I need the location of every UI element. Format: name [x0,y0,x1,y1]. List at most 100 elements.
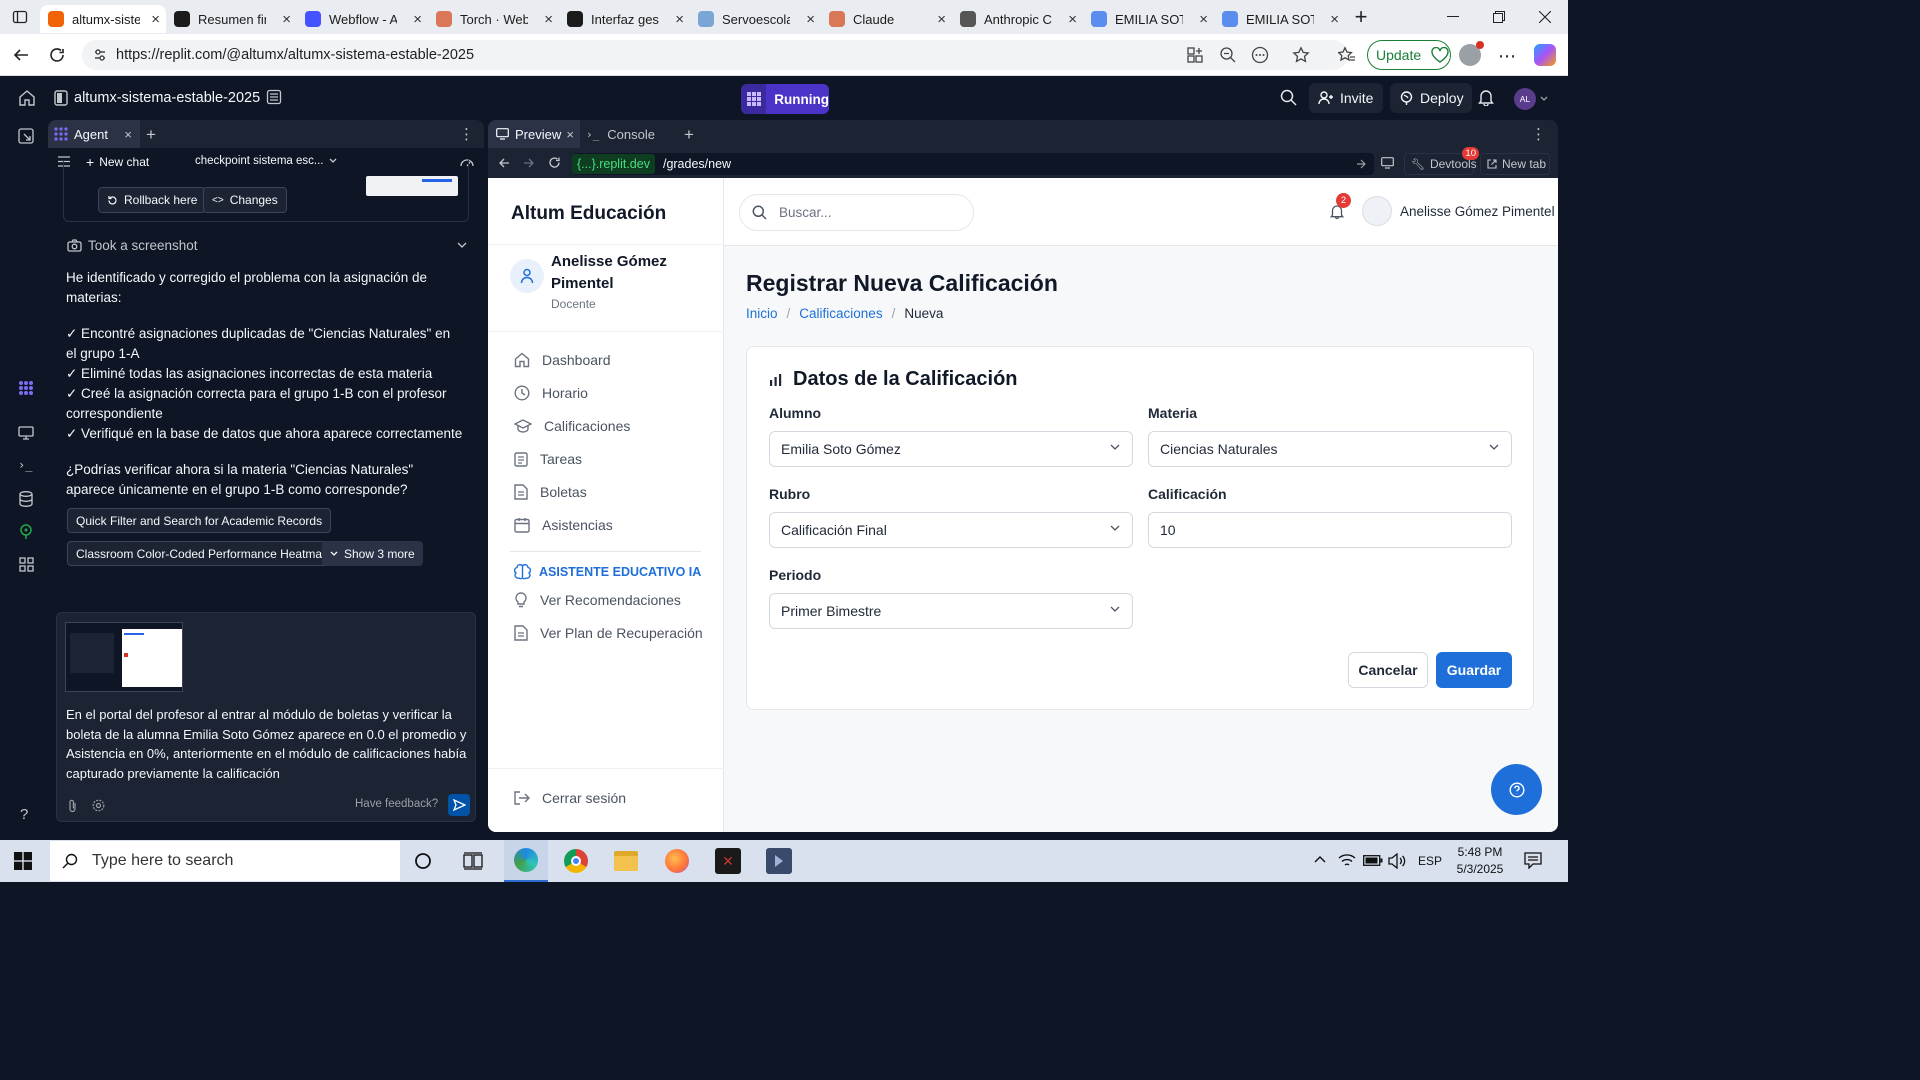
help-icon[interactable]: ? [20,806,28,823]
app-available-icon[interactable] [1186,46,1204,64]
changes-button[interactable]: <> Changes [203,187,287,213]
calificacion-input[interactable]: 10 [1148,512,1512,548]
cortana-icon[interactable] [414,852,432,870]
browser-tab[interactable]: Servoescolar × [690,5,821,33]
game-app-icon[interactable]: ✕ [715,848,741,874]
rollback-button[interactable]: Rollback here [98,187,207,213]
screenshot-action-row[interactable]: Took a screenshot [67,235,467,255]
update-button[interactable]: Update [1367,40,1451,70]
browser-tab[interactable]: Interfaz gest × [559,5,690,33]
close-window-icon[interactable] [1522,0,1568,34]
alumno-select[interactable]: Emilia Soto Gómez [769,431,1133,467]
close-tab-icon[interactable]: × [806,11,815,28]
close-tab-icon[interactable]: × [566,127,574,142]
favorites-icon[interactable] [1338,46,1356,64]
more-circle-icon[interactable] [1251,46,1269,64]
browser-tab[interactable]: altumx-sistema × [40,5,166,33]
project-info-icon[interactable] [266,89,282,105]
favorite-star-icon[interactable] [1292,46,1310,64]
save-button[interactable]: Guardar [1436,652,1512,688]
browser-tab[interactable]: Claude × [821,5,952,33]
agent-rail-icon[interactable] [18,380,34,396]
search-input[interactable]: Buscar... [739,194,974,231]
periodo-select[interactable]: Primer Bimestre [769,593,1133,629]
close-tab-icon[interactable]: × [413,11,422,28]
agent-tab[interactable]: Agent × [48,120,140,148]
notifications-bell-icon[interactable] [1478,89,1494,106]
notifications-button[interactable]: 2 [1330,193,1351,220]
nav-item-calificaciones[interactable]: Calificaciones [514,418,630,434]
add-tab-icon[interactable]: + [146,125,156,145]
close-tab-icon[interactable]: × [1199,11,1208,28]
devtools-button[interactable]: 🔧︎ Devtools 10 [1404,147,1479,175]
battery-icon[interactable] [1363,855,1383,866]
database-icon[interactable] [19,491,33,507]
suggestion-chip[interactable]: Quick Filter and Search for Academic Rec… [67,508,332,533]
preview-url-input[interactable]: {...}.replit.dev /grades/new [572,153,1374,175]
nav-item-tareas[interactable]: Tareas [514,451,582,467]
close-tab-icon[interactable]: × [151,11,160,28]
send-button[interactable] [448,794,470,816]
browser-tab[interactable]: Resumen final × [166,5,297,33]
brand-title[interactable]: Altum Educación [511,203,666,225]
user-avatar-menu[interactable]: AL [1514,88,1548,110]
breadcrumb-home-link[interactable]: Inicio [746,306,778,321]
volume-icon[interactable] [1388,853,1406,869]
materia-select[interactable]: Ciencias Naturales [1148,431,1512,467]
preview-tab[interactable]: Preview × [488,120,580,148]
browser-tab[interactable]: Webflow - A × [297,5,428,33]
all-tools-icon[interactable] [19,557,34,572]
close-tab-icon[interactable]: × [124,127,132,142]
reload-icon[interactable] [46,44,68,66]
taskbar-app-edge[interactable] [504,840,548,882]
file-explorer-icon[interactable] [614,851,638,871]
deployments-rail-icon[interactable] [19,524,33,540]
attach-icon[interactable] [67,799,78,813]
attached-image-thumbnail[interactable] [65,622,183,692]
site-info-icon[interactable] [92,47,108,63]
language-indicator[interactable]: ESP [1418,854,1442,868]
open-arrow-icon[interactable] [1356,159,1366,169]
device-icon[interactable] [1381,157,1394,169]
new-tab-button[interactable]: New tab [1480,153,1550,175]
settings-icon[interactable] [92,799,105,812]
chrome-icon[interactable] [564,849,588,873]
shell-icon[interactable]: ›_ [18,458,32,472]
settings-more-icon[interactable]: ⋯ [1498,46,1516,67]
nav-item-dashboard[interactable]: Dashboard [514,352,611,368]
add-tab-icon[interactable]: + [684,125,694,145]
nav-item-horario[interactable]: Horario [514,385,588,401]
taskbar-search[interactable]: Type here to search [50,841,400,881]
show-more-button[interactable]: Show 3 more [322,541,423,566]
home-icon[interactable] [18,89,36,107]
nav-item-plan-recuperacion[interactable]: Ver Plan de Recuperación [514,625,703,641]
console-tab[interactable]: ›_ Console [586,120,655,148]
close-tab-icon[interactable]: × [1068,11,1077,28]
nav-item-boletas[interactable]: Boletas [514,484,587,500]
chat-input-box[interactable]: En el portal del profesor al entrar al m… [56,612,476,822]
invite-button[interactable]: Invite [1309,83,1383,113]
webview-icon[interactable] [18,426,34,440]
close-tab-icon[interactable]: × [282,11,291,28]
clock[interactable]: 5:48 PM 5/3/2025 [1452,844,1508,878]
logout-button[interactable]: Cerrar sesión [514,790,626,806]
browser-tab[interactable]: EMILIA SOTO × [1083,5,1214,33]
suggestion-chip[interactable]: Classroom Color-Coded Performance Heatma… [67,541,338,566]
task-view-icon[interactable] [463,852,483,870]
copilot-icon[interactable] [1534,44,1556,66]
windows-start-icon[interactable] [14,852,32,870]
panel-menu-icon[interactable]: ⋮ [459,125,474,143]
remote-app-icon[interactable] [766,848,792,874]
breadcrumb-section-link[interactable]: Calificaciones [799,306,882,321]
back-icon[interactable] [498,157,510,169]
tray-chevron-up-icon[interactable] [1314,855,1326,863]
rubro-select[interactable]: Calificación Final [769,512,1133,548]
new-tab-icon[interactable]: + [1345,0,1377,34]
cancel-button[interactable]: Cancelar [1348,652,1428,688]
nav-item-recomendaciones[interactable]: Ver Recomendaciones [514,592,681,608]
browser-tab[interactable]: Torch · Web × [428,5,559,33]
panel-menu-icon[interactable]: ⋮ [1531,125,1546,143]
project-name[interactable]: altumx-sistema-estable-2025 [74,90,260,106]
checkpoint-thumbnail[interactable] [366,176,458,196]
close-tab-icon[interactable]: × [675,11,684,28]
